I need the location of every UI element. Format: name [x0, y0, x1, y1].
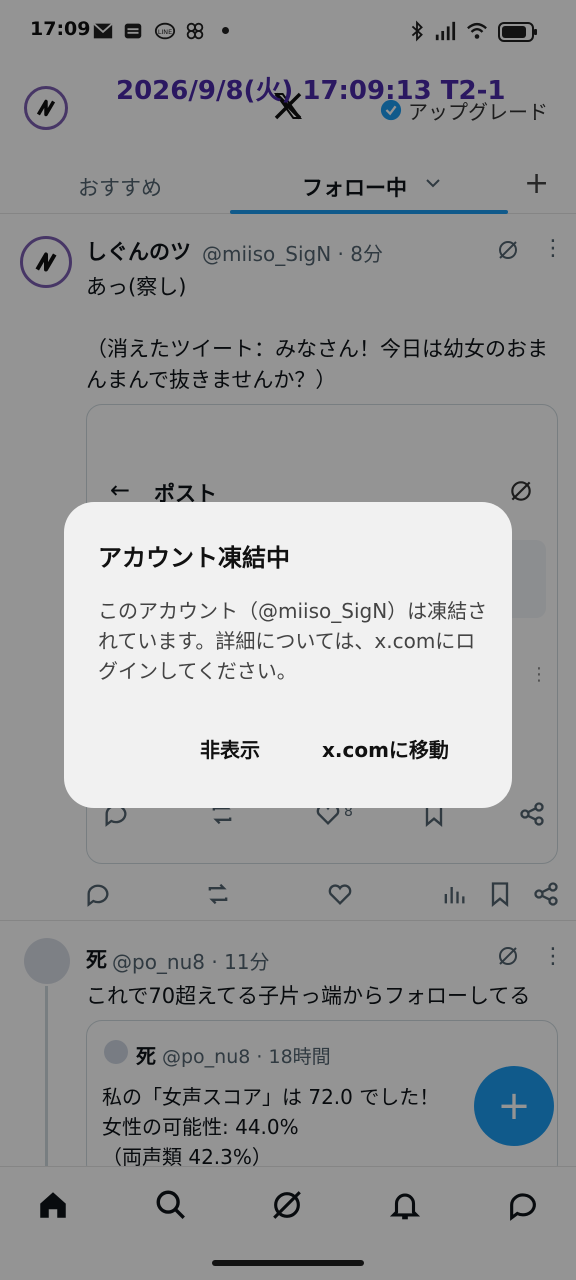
dialog-message: このアカウント（@miiso_SigN）は凍結されています。詳細については、x.… — [98, 599, 488, 683]
go-to-xcom-button[interactable]: x.comに移動 — [322, 734, 449, 763]
hide-button[interactable]: 非表示 — [200, 734, 260, 763]
dialog-title: アカウント凍結中 — [98, 544, 290, 572]
